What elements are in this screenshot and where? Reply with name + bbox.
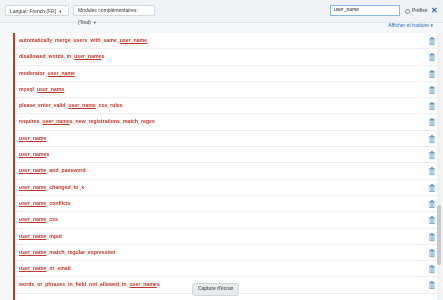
scrollbar-thumb[interactable] — [437, 205, 441, 265]
phrase-name-prefix: mysql_ — [19, 86, 37, 93]
trash-icon[interactable] — [429, 232, 435, 241]
phrase-row[interactable]: user_name_input — [15, 229, 441, 245]
phrase-name[interactable]: requires_user_names_new_registrations_ma… — [19, 119, 155, 125]
phrase-name-match: user_name — [19, 152, 47, 159]
prefix-radio[interactable] — [405, 8, 410, 14]
phrase-name-suffix: _input — [46, 233, 62, 240]
trash-icon[interactable] — [429, 183, 435, 192]
phrase-row[interactable]: user_names — [15, 147, 441, 164]
prefix-label: Préfixe — [412, 8, 428, 14]
phrase-name-suffix: _or_email — [46, 266, 71, 273]
phrase-name-suffix: s_new_registrations_match_regex — [69, 119, 155, 126]
phrase-name-match: user_name — [19, 266, 47, 273]
phrase-name[interactable]: user_names — [19, 152, 49, 158]
module-select[interactable]: Modules complémentaires: (Tout) ▼ — [73, 5, 155, 26]
trash-icon[interactable] — [429, 281, 435, 290]
trash-icon[interactable] — [429, 118, 435, 127]
phrase-name-suffix: _and_password — [46, 168, 86, 175]
chevron-down-icon: ▼ — [58, 9, 63, 14]
phrase-row[interactable]: automatically_merge_users_with_same_user… — [15, 33, 441, 50]
phrase-name[interactable]: words_or_phrases_in_field_not_allowed_in… — [19, 282, 160, 288]
phrase-row[interactable]: user_name — [15, 131, 441, 148]
screenshot-tooltip: Capture d'écran — [192, 283, 240, 296]
phrase-name-prefix: disallowed_words_in_ — [19, 54, 75, 61]
trash-icon[interactable] — [429, 53, 435, 62]
phrase-name-match: user_name — [47, 70, 75, 77]
trash-icon[interactable] — [429, 134, 435, 143]
phrase-name[interactable]: user_name — [19, 136, 46, 142]
phrase-row[interactable]: disallowed_words_in_user_names — [15, 49, 441, 66]
phrase-name[interactable]: user_name_match_regular_expression — [19, 250, 115, 256]
trash-icon[interactable] — [429, 200, 435, 208]
phrase-row[interactable]: user_name_match_regular_expression — [15, 245, 441, 262]
search-input-value: user_name — [334, 7, 360, 13]
trash-icon[interactable] — [429, 69, 435, 78]
phrase-name[interactable]: user_name_conflicts — [19, 201, 71, 207]
phrase-name-prefix: moderator_ — [19, 70, 48, 77]
phrase-row[interactable]: user_name_or_email — [15, 261, 441, 278]
phrase-row[interactable]: user_name_css — [15, 212, 441, 229]
phrase-name[interactable]: user_name_or_email — [19, 266, 71, 272]
phrase-name[interactable]: disallowed_words_in_user_names — [19, 54, 104, 60]
phrase-name[interactable]: user_name_input — [19, 234, 62, 240]
phrase-row[interactable]: requires_user_names_new_registrations_ma… — [15, 114, 441, 131]
phrase-row[interactable]: mysql_user_name — [15, 82, 441, 99]
trash-icon[interactable] — [429, 151, 435, 160]
trash-icon[interactable] — [429, 86, 435, 94]
top-toolbar: Langue: French (FR) ▼ Modules complémenta… — [0, 0, 443, 26]
phrase-name-match: user_name — [19, 184, 47, 191]
phrase-name[interactable]: user_name_and_password — [19, 168, 86, 174]
phrase-name-suffix: s — [156, 282, 160, 289]
phrase-name-suffix: _changed_to_x — [46, 184, 85, 191]
close-icon[interactable]: ✕ — [431, 5, 438, 16]
language-select[interactable]: Langue: French (FR) ▼ — [5, 5, 69, 16]
phrase-name[interactable]: moderator_user_name — [19, 71, 75, 77]
phrase-name-match: user_name — [129, 282, 157, 289]
phrase-name-match: user_name — [19, 249, 47, 256]
phrase-name-prefix: automatically_merge_users_with_same_ — [19, 38, 120, 44]
phrase-row[interactable]: moderator_user_name — [15, 66, 441, 82]
phrase-name[interactable]: user_name_changed_to_x — [19, 185, 84, 191]
trash-icon[interactable] — [429, 102, 435, 111]
phrase-name[interactable]: please_enter_valid_user_name_css_rules — [19, 103, 123, 109]
phrase-name-suffix: _css_rules — [95, 103, 123, 110]
phrase-name-match: user_name — [42, 119, 70, 126]
phrase-name[interactable]: mysql_user_name — [19, 87, 64, 93]
trash-icon[interactable] — [429, 216, 435, 225]
phrase-list: automatically_merge_users_with_same_user… — [13, 33, 441, 300]
phrase-name-match: user_name — [68, 103, 96, 110]
show-translate-toggle[interactable]: Afficher et traduire ▾ — [388, 23, 433, 29]
language-select-label: Langue: French (FR) — [10, 9, 57, 15]
phrase-name-match: user_name — [74, 54, 102, 61]
phrase-name-match: user_name — [119, 38, 148, 44]
phrase-name-match: user_name — [19, 200, 47, 207]
phrase-row[interactable]: user_name_changed_to_x — [15, 180, 441, 196]
trash-icon[interactable] — [429, 37, 435, 45]
phrase-name-match: user_name — [19, 217, 47, 224]
phrase-name-prefix: words_or_phrases_in_field_not_allowed_in… — [19, 282, 130, 289]
phrase-name-suffix: s — [46, 152, 50, 159]
phrase-name-suffix: _conflicts — [46, 200, 71, 207]
search-input[interactable]: user_name — [330, 5, 400, 16]
phrase-name-match: user_name — [19, 135, 47, 142]
trash-icon[interactable] — [429, 265, 435, 274]
phrase-name-prefix: requires_ — [19, 119, 43, 126]
phrase-row[interactable]: user_name_and_password — [15, 163, 441, 180]
phrase-name-prefix: please_enter_valid_ — [19, 103, 69, 110]
phrase-name[interactable]: automatically_merge_users_with_same_user… — [19, 38, 147, 44]
phrase-name-suffix: _match_regular_expression — [46, 249, 116, 256]
phrase-row[interactable]: user_name_conflicts — [15, 196, 441, 213]
phrase-row[interactable]: please_enter_valid_user_name_css_rules — [15, 98, 441, 115]
sub-toolbar: Afficher et traduire ▾ — [0, 22, 443, 32]
phrase-name-suffix: _css — [46, 217, 58, 224]
phrase-name-match: user_name — [19, 168, 47, 175]
trash-icon[interactable] — [429, 167, 435, 176]
trash-icon[interactable] — [429, 249, 435, 257]
phrase-name[interactable]: user_name_css — [19, 217, 58, 223]
phrase-name-match: user_name — [19, 233, 47, 240]
phrase-name-suffix: s — [101, 54, 105, 61]
prefix-option[interactable]: Préfixe — [405, 6, 428, 16]
phrase-name-match: user_name — [36, 86, 65, 93]
